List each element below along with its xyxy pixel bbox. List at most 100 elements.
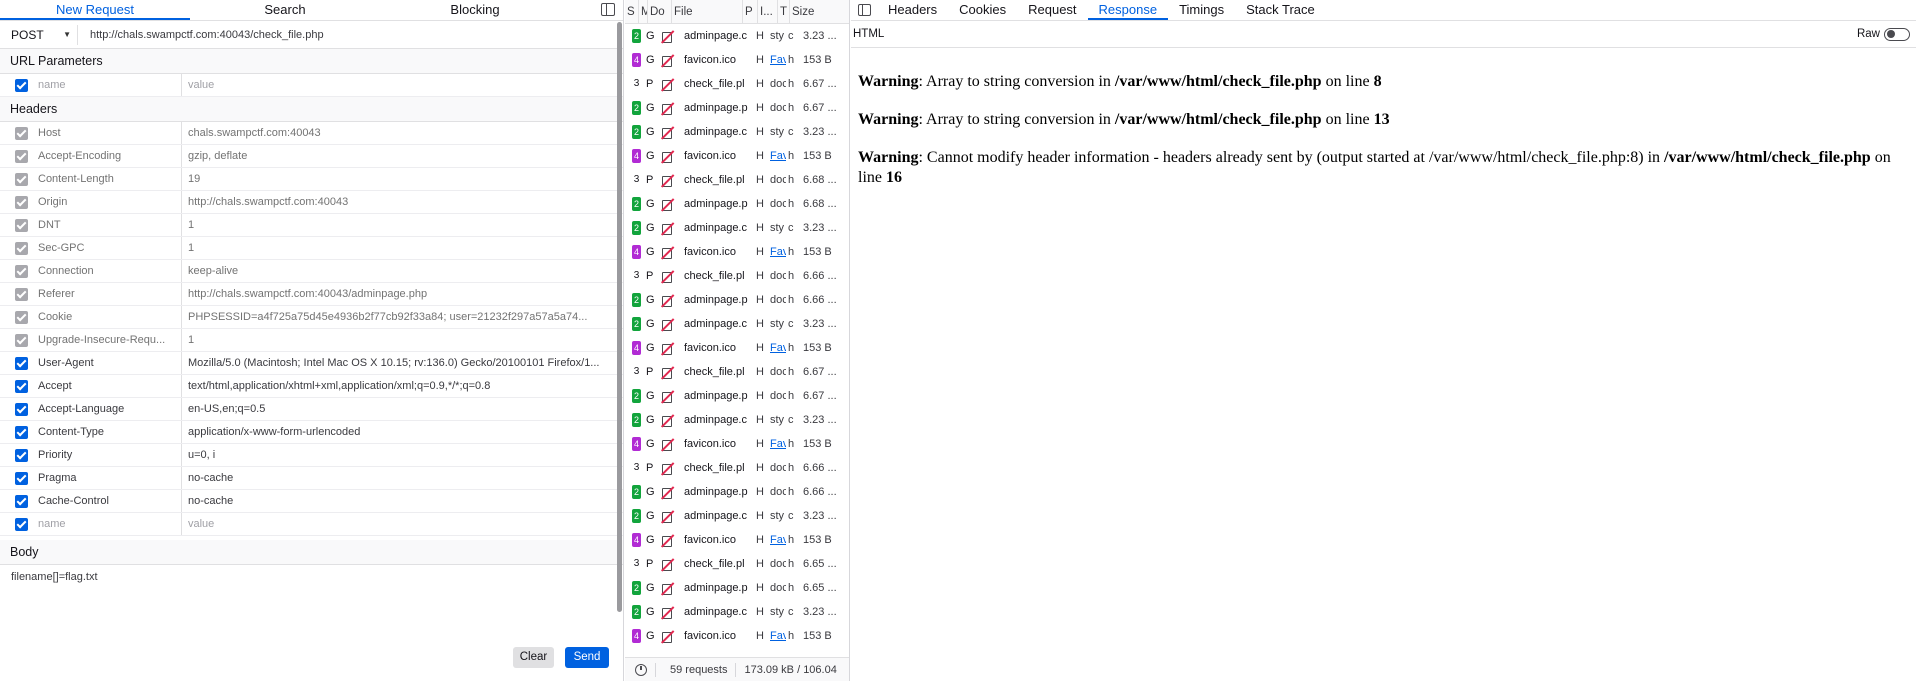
header-value[interactable]: 19: [188, 173, 617, 185]
request-row[interactable]: 2 Gadminpage.p Hdoc h 6.66 ...: [625, 480, 849, 504]
col-initiator[interactable]: I...: [758, 0, 778, 23]
header-checkbox[interactable]: [15, 195, 28, 209]
request-row[interactable]: 4Gfavicon.ico H Favh 153 B: [625, 336, 849, 360]
header-name[interactable]: Sec-GPC: [38, 242, 178, 254]
request-row[interactable]: 3 Pcheck_file.pl Hdoc h 6.65 ...: [625, 552, 849, 576]
param-checkbox[interactable]: [15, 78, 28, 92]
request-row[interactable]: 2 Gadminpage.p Hdoc h 6.66 ...: [625, 288, 849, 312]
header-name[interactable]: Cookie: [38, 311, 178, 323]
request-initiator[interactable]: Fav: [770, 54, 786, 66]
header-value[interactable]: 1: [188, 242, 617, 254]
tab-timings[interactable]: Timings: [1168, 0, 1235, 20]
param-name-input[interactable]: name: [38, 79, 178, 91]
header-checkbox[interactable]: [15, 494, 28, 508]
method-select[interactable]: POST ▼: [4, 24, 78, 45]
request-row[interactable]: 2 Gadminpage.c Hsty c 3.23 ...: [625, 216, 849, 240]
header-value[interactable]: no-cache: [188, 472, 617, 484]
header-value[interactable]: en-US,en;q=0.5: [188, 403, 617, 415]
header-checkbox[interactable]: [15, 333, 28, 347]
header-name[interactable]: Accept-Language: [38, 403, 178, 415]
left-scrollbar[interactable]: [617, 22, 622, 612]
col-status[interactable]: S: [625, 0, 639, 23]
col-size[interactable]: Size: [790, 0, 840, 23]
request-initiator[interactable]: Fav: [770, 630, 786, 642]
request-initiator[interactable]: Fav: [770, 534, 786, 546]
col-file[interactable]: File: [672, 0, 743, 23]
header-checkbox[interactable]: [15, 241, 28, 255]
header-checkbox[interactable]: [15, 310, 28, 324]
header-value[interactable]: 1: [188, 334, 617, 346]
header-checkbox[interactable]: [15, 264, 28, 278]
request-row[interactable]: 2 Gadminpage.c Hsty c 3.23 ...: [625, 504, 849, 528]
header-value[interactable]: chals.swampctf.com:40043: [188, 127, 617, 139]
header-name-input[interactable]: name: [38, 518, 178, 530]
tab-search[interactable]: Search: [190, 0, 380, 20]
request-row[interactable]: 4Gfavicon.ico H Favh 153 B: [625, 528, 849, 552]
header-value[interactable]: u=0, i: [188, 449, 617, 461]
header-value[interactable]: http://chals.swampctf.com:40043: [188, 196, 617, 208]
header-checkbox[interactable]: [15, 356, 28, 370]
header-value[interactable]: 1: [188, 219, 617, 231]
request-row[interactable]: 2 Gadminpage.c Hsty c 3.23 ...: [625, 120, 849, 144]
header-name[interactable]: Pragma: [38, 472, 178, 484]
panel-toggle-icon[interactable]: [858, 4, 871, 16]
request-row[interactable]: 3 Pcheck_file.pl Hdoc h 6.66 ...: [625, 456, 849, 480]
request-initiator[interactable]: Fav: [770, 150, 786, 162]
body-textarea[interactable]: filename[]=flag.txt: [0, 565, 623, 589]
request-row[interactable]: 4Gfavicon.ico H Favh 153 B: [625, 240, 849, 264]
param-value-input[interactable]: value: [188, 79, 617, 91]
request-row[interactable]: 2 Gadminpage.p Hdoc h 6.67 ...: [625, 384, 849, 408]
col-domain[interactable]: Do: [648, 0, 672, 23]
tab-blocking[interactable]: Blocking: [380, 0, 570, 20]
header-value[interactable]: http://chals.swampctf.com:40043/adminpag…: [188, 288, 617, 300]
header-checkbox[interactable]: [15, 126, 28, 140]
request-row[interactable]: 3 Pcheck_file.pl Hdoc h 6.66 ...: [625, 264, 849, 288]
request-row[interactable]: 3 Pcheck_file.pl Hdoc h 6.68 ...: [625, 168, 849, 192]
request-row[interactable]: 4Gfavicon.ico H Favh 153 B: [625, 144, 849, 168]
tab-new-request[interactable]: New Request: [0, 0, 190, 20]
request-row[interactable]: 3 Pcheck_file.pl Hdoc h 6.67 ...: [625, 72, 849, 96]
header-name[interactable]: Upgrade-Insecure-Requ...: [38, 334, 178, 346]
header-checkbox[interactable]: [15, 448, 28, 462]
url-input[interactable]: http://chals.swampctf.com:40043/check_fi…: [90, 29, 324, 41]
header-value[interactable]: no-cache: [188, 495, 617, 507]
request-row[interactable]: 2 Gadminpage.p Hdoc h 6.67 ...: [625, 96, 849, 120]
header-checkbox[interactable]: [15, 471, 28, 485]
raw-toggle[interactable]: Raw: [1857, 27, 1910, 41]
header-name[interactable]: Accept: [38, 380, 178, 392]
tab-response[interactable]: Response: [1088, 0, 1169, 20]
header-checkbox[interactable]: [15, 149, 28, 163]
header-name[interactable]: Accept-Encoding: [38, 150, 178, 162]
request-row[interactable]: 2 Gadminpage.c Hsty c 3.23 ...: [625, 600, 849, 624]
tab-cookies[interactable]: Cookies: [948, 0, 1017, 20]
sidebar-toggle-icon[interactable]: [601, 3, 615, 16]
request-row[interactable]: 2 Gadminpage.c Hsty c 3.23 ...: [625, 24, 849, 48]
header-value[interactable]: PHPSESSID=a4f725a75d45e4936b2f77cb92f33a…: [188, 311, 617, 323]
header-checkbox[interactable]: [15, 517, 28, 531]
request-row[interactable]: 2 Gadminpage.p Hdoc h 6.68 ...: [625, 192, 849, 216]
request-initiator[interactable]: Fav: [770, 246, 786, 258]
col-method[interactable]: M: [639, 0, 648, 23]
header-name[interactable]: Cache-Control: [38, 495, 178, 507]
request-row[interactable]: 2 Gadminpage.c Hsty c 3.23 ...: [625, 312, 849, 336]
header-value[interactable]: Mozilla/5.0 (Macintosh; Intel Mac OS X 1…: [188, 357, 617, 369]
tab-request[interactable]: Request: [1017, 0, 1087, 20]
header-value[interactable]: application/x-www-form-urlencoded: [188, 426, 617, 438]
header-value[interactable]: keep-alive: [188, 265, 617, 277]
request-initiator[interactable]: Fav: [770, 438, 786, 450]
header-value[interactable]: text/html,application/xhtml+xml,applicat…: [188, 380, 617, 392]
header-name[interactable]: User-Agent: [38, 357, 178, 369]
request-initiator[interactable]: Fav: [770, 342, 786, 354]
header-name[interactable]: Host: [38, 127, 178, 139]
clear-button[interactable]: Clear: [513, 647, 554, 668]
request-row[interactable]: 4Gfavicon.ico H Favh 153 B: [625, 48, 849, 72]
toggle-switch-icon[interactable]: [1884, 27, 1910, 41]
header-name[interactable]: Content-Length: [38, 173, 178, 185]
header-name[interactable]: Content-Type: [38, 426, 178, 438]
col-type[interactable]: T: [778, 0, 790, 23]
header-checkbox[interactable]: [15, 172, 28, 186]
request-row[interactable]: 3 Pcheck_file.pl Hdoc h 6.67 ...: [625, 360, 849, 384]
header-checkbox[interactable]: [15, 218, 28, 232]
send-button[interactable]: Send: [565, 647, 609, 668]
request-row[interactable]: 4Gfavicon.ico H Favh 153 B: [625, 432, 849, 456]
